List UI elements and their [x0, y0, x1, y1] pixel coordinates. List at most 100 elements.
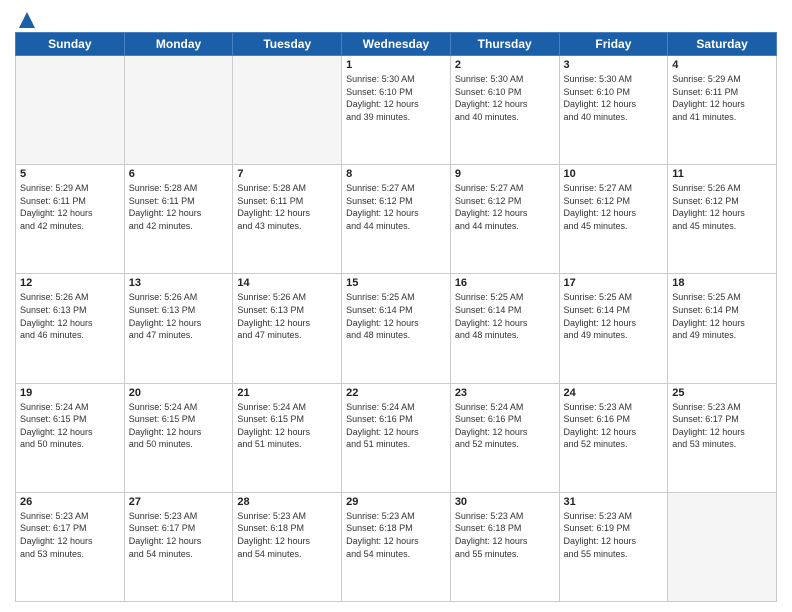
day-number: 19	[20, 387, 120, 399]
weekday-thursday: Thursday	[450, 33, 559, 56]
day-number: 5	[20, 168, 120, 180]
table-row: 20Sunrise: 5:24 AM Sunset: 6:15 PM Dayli…	[124, 383, 233, 492]
day-info: Sunrise: 5:23 AM Sunset: 6:17 PM Dayligh…	[20, 510, 120, 560]
table-row: 5 Sunrise: 5:29 AM Sunset: 6:11 PM Daylig…	[16, 165, 125, 274]
day-info: Sunrise: 5:26 AM Sunset: 6:13 PM Dayligh…	[129, 291, 229, 341]
day-number: 26	[20, 496, 120, 508]
table-row: 27 Sunrise: 5:23 AM Sunset: 6:17 PM Dayli…	[124, 492, 233, 601]
day-number: 28	[237, 496, 337, 508]
table-row: 15 Sunrise: 5:25 AM Sunset: 6:14 PM Dayli…	[342, 274, 451, 383]
weekday-tuesday: Tuesday	[233, 33, 342, 56]
day-info: Sunrise: 5:23 AM Sunset: 6:18 PM Dayligh…	[237, 510, 337, 560]
table-row: 24Sunrise: 5:23 AM Sunset: 6:16 PM Dayli…	[559, 383, 668, 492]
table-row: 13 Sunrise: 5:26 AM Sunset: 6:13 PM Dayli…	[124, 274, 233, 383]
calendar-week-row: 1 Sunrise: 5:30 AM Sunset: 6:10 PM Daylig…	[16, 56, 777, 165]
day-info: Sunrise: 5:29 AM Sunset: 6:11 PM Dayligh…	[672, 73, 772, 123]
day-number: 29	[346, 496, 446, 508]
day-number: 11	[672, 168, 772, 180]
day-info: Sunrise: 5:26 AM Sunset: 6:13 PM Dayligh…	[237, 291, 337, 341]
table-row: 9 Sunrise: 5:27 AM Sunset: 6:12 PM Daylig…	[450, 165, 559, 274]
logo	[15, 10, 37, 26]
day-number: 8	[346, 168, 446, 180]
day-number: 27	[129, 496, 229, 508]
day-info: Sunrise: 5:25 AM Sunset: 6:14 PM Dayligh…	[672, 291, 772, 341]
day-number: 14	[237, 277, 337, 289]
day-number: 15	[346, 277, 446, 289]
table-row: 25 Sunrise: 5:23 AM Sunset: 6:17 PM Dayli…	[668, 383, 777, 492]
table-row: 23 Sunrise: 5:24 AM Sunset: 6:16 PM Dayli…	[450, 383, 559, 492]
day-number: 23	[455, 387, 555, 399]
table-row: 8 Sunrise: 5:27 AM Sunset: 6:12 PM Daylig…	[342, 165, 451, 274]
day-number: 22	[346, 387, 446, 399]
calendar-week-row: 12 Sunrise: 5:26 AM Sunset: 6:13 PM Dayli…	[16, 274, 777, 383]
day-info: Sunrise: 5:23 AM Sunset: 6:17 PM Dayligh…	[672, 401, 772, 451]
day-info: Sunrise: 5:27 AM Sunset: 6:12 PM Dayligh…	[346, 182, 446, 232]
table-row: 11 Sunrise: 5:26 AM Sunset: 6:12 PM Dayli…	[668, 165, 777, 274]
calendar-table: SundayMondayTuesdayWednesdayThursdayFrid…	[15, 32, 777, 602]
table-row: 7Sunrise: 5:28 AM Sunset: 6:11 PM Daylig…	[233, 165, 342, 274]
table-row: 16Sunrise: 5:25 AM Sunset: 6:14 PM Dayli…	[450, 274, 559, 383]
weekday-friday: Friday	[559, 33, 668, 56]
day-info: Sunrise: 5:24 AM Sunset: 6:16 PM Dayligh…	[346, 401, 446, 451]
table-row: 19Sunrise: 5:24 AM Sunset: 6:15 PM Dayli…	[16, 383, 125, 492]
calendar-week-row: 5 Sunrise: 5:29 AM Sunset: 6:11 PM Daylig…	[16, 165, 777, 274]
day-info: Sunrise: 5:27 AM Sunset: 6:12 PM Dayligh…	[564, 182, 664, 232]
table-row	[668, 492, 777, 601]
table-row: 26 Sunrise: 5:23 AM Sunset: 6:17 PM Dayli…	[16, 492, 125, 601]
day-info: Sunrise: 5:27 AM Sunset: 6:12 PM Dayligh…	[455, 182, 555, 232]
day-number: 17	[564, 277, 664, 289]
day-info: Sunrise: 5:28 AM Sunset: 6:11 PM Dayligh…	[129, 182, 229, 232]
day-number: 2	[455, 59, 555, 71]
table-row: 3Sunrise: 5:30 AM Sunset: 6:10 PM Daylig…	[559, 56, 668, 165]
day-info: Sunrise: 5:30 AM Sunset: 6:10 PM Dayligh…	[564, 73, 664, 123]
day-info: Sunrise: 5:23 AM Sunset: 6:18 PM Dayligh…	[455, 510, 555, 560]
day-number: 16	[455, 277, 555, 289]
page: SundayMondayTuesdayWednesdayThursdayFrid…	[0, 0, 792, 612]
calendar-week-row: 26 Sunrise: 5:23 AM Sunset: 6:17 PM Dayli…	[16, 492, 777, 601]
table-row: 10 Sunrise: 5:27 AM Sunset: 6:12 PM Dayli…	[559, 165, 668, 274]
day-info: Sunrise: 5:24 AM Sunset: 6:15 PM Dayligh…	[237, 401, 337, 451]
table-row: 6 Sunrise: 5:28 AM Sunset: 6:11 PM Daylig…	[124, 165, 233, 274]
day-number: 18	[672, 277, 772, 289]
table-row: 22 Sunrise: 5:24 AM Sunset: 6:16 PM Dayli…	[342, 383, 451, 492]
day-number: 24	[564, 387, 664, 399]
day-info: Sunrise: 5:23 AM Sunset: 6:17 PM Dayligh…	[129, 510, 229, 560]
day-number: 10	[564, 168, 664, 180]
table-row: 21 Sunrise: 5:24 AM Sunset: 6:15 PM Dayli…	[233, 383, 342, 492]
table-row: 14 Sunrise: 5:26 AM Sunset: 6:13 PM Dayli…	[233, 274, 342, 383]
day-number: 6	[129, 168, 229, 180]
day-info: Sunrise: 5:29 AM Sunset: 6:11 PM Dayligh…	[20, 182, 120, 232]
day-number: 21	[237, 387, 337, 399]
day-number: 4	[672, 59, 772, 71]
day-info: Sunrise: 5:24 AM Sunset: 6:16 PM Dayligh…	[455, 401, 555, 451]
day-info: Sunrise: 5:24 AM Sunset: 6:15 PM Dayligh…	[129, 401, 229, 451]
table-row: 12 Sunrise: 5:26 AM Sunset: 6:13 PM Dayli…	[16, 274, 125, 383]
day-number: 13	[129, 277, 229, 289]
day-number: 30	[455, 496, 555, 508]
day-number: 1	[346, 59, 446, 71]
day-info: Sunrise: 5:30 AM Sunset: 6:10 PM Dayligh…	[455, 73, 555, 123]
day-info: Sunrise: 5:25 AM Sunset: 6:14 PM Dayligh…	[346, 291, 446, 341]
day-info: Sunrise: 5:30 AM Sunset: 6:10 PM Dayligh…	[346, 73, 446, 123]
table-row: 2 Sunrise: 5:30 AM Sunset: 6:10 PM Daylig…	[450, 56, 559, 165]
table-row: 28 Sunrise: 5:23 AM Sunset: 6:18 PM Dayli…	[233, 492, 342, 601]
table-row: 17 Sunrise: 5:25 AM Sunset: 6:14 PM Dayli…	[559, 274, 668, 383]
day-info: Sunrise: 5:26 AM Sunset: 6:13 PM Dayligh…	[20, 291, 120, 341]
weekday-monday: Monday	[124, 33, 233, 56]
day-info: Sunrise: 5:23 AM Sunset: 6:18 PM Dayligh…	[346, 510, 446, 560]
day-info: Sunrise: 5:26 AM Sunset: 6:12 PM Dayligh…	[672, 182, 772, 232]
weekday-sunday: Sunday	[16, 33, 125, 56]
table-row: 29 Sunrise: 5:23 AM Sunset: 6:18 PM Dayli…	[342, 492, 451, 601]
day-number: 9	[455, 168, 555, 180]
day-info: Sunrise: 5:23 AM Sunset: 6:19 PM Dayligh…	[564, 510, 664, 560]
table-row: 4 Sunrise: 5:29 AM Sunset: 6:11 PM Daylig…	[668, 56, 777, 165]
day-number: 31	[564, 496, 664, 508]
day-info: Sunrise: 5:25 AM Sunset: 6:14 PM Dayligh…	[564, 291, 664, 341]
weekday-wednesday: Wednesday	[342, 33, 451, 56]
header	[15, 10, 777, 26]
day-number: 12	[20, 277, 120, 289]
table-row: 31 Sunrise: 5:23 AM Sunset: 6:19 PM Dayli…	[559, 492, 668, 601]
table-row	[124, 56, 233, 165]
table-row: 18 Sunrise: 5:25 AM Sunset: 6:14 PM Dayli…	[668, 274, 777, 383]
day-number: 25	[672, 387, 772, 399]
